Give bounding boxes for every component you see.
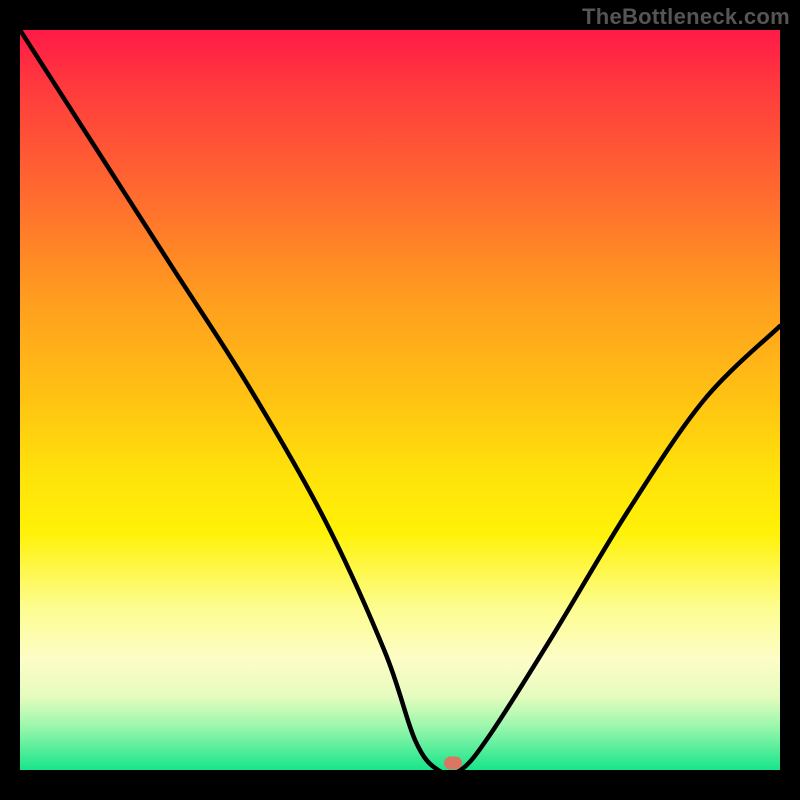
plot-area <box>20 30 780 770</box>
watermark-text: TheBottleneck.com <box>582 4 790 30</box>
optimal-point-marker <box>444 756 462 769</box>
bottleneck-curve <box>20 30 780 770</box>
chart-frame: TheBottleneck.com <box>0 0 800 800</box>
